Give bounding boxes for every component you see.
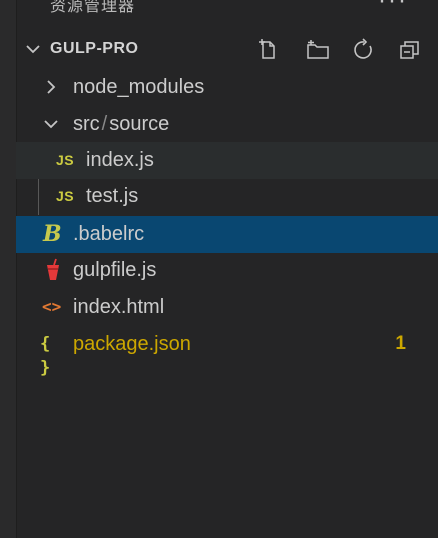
tree-item-src-source[interactable]: src / source [16,106,438,143]
tree-item-package-json[interactable]: { } package.json 1 [16,326,438,378]
tree-item-test-js[interactable]: JS test.js [16,178,438,215]
gulp-file-icon [44,258,62,282]
refresh-icon[interactable] [352,38,376,62]
tree-item-label: node_modules [73,76,205,98]
chevron-down-icon [42,112,60,136]
problems-count-badge: 1 [395,333,406,354]
explorer-panel: 资源管理器 ··· GULP-PRO node_modules src / so… [0,0,438,538]
project-section-header[interactable]: GULP-PRO [16,32,438,66]
collapse-all-icon[interactable] [398,38,422,62]
tree-item-label: gulpfile.js [73,259,157,281]
new-file-icon[interactable] [256,38,280,62]
json-file-icon: { } [40,334,51,378]
tree-item-label: test.js [86,185,139,207]
project-name: GULP-PRO [50,40,139,57]
tree-item-label: src / source [73,113,169,136]
folder-segment-src[interactable]: src [73,113,100,135]
babel-file-icon: B [43,221,62,247]
tree-item-label: index.html [73,296,165,318]
folder-segment-source[interactable]: source [109,113,169,135]
tree-item-label: .babelrc [73,223,145,245]
more-actions-icon[interactable]: ··· [378,0,408,15]
tree-item-label: index.js [86,149,154,171]
tree-item-index-html[interactable]: <> index.html [16,289,438,326]
chevron-down-icon[interactable] [24,40,42,58]
javascript-file-icon: JS [56,152,75,168]
explorer-title: 资源管理器 [50,0,136,15]
tree-item-gulpfile[interactable]: gulpfile.js [16,252,438,289]
path-separator: / [101,113,108,135]
tree-item-label: package.json [73,333,191,355]
explorer-title-bar: 资源管理器 ··· [16,0,438,28]
javascript-file-icon: JS [56,188,75,204]
tree-item-index-js[interactable]: JS index.js [16,142,438,179]
new-folder-icon[interactable] [306,38,330,62]
html-file-icon: <> [42,297,62,316]
tree-item-babelrc[interactable]: B .babelrc [16,216,438,253]
tree-item-node-modules[interactable]: node_modules [16,69,438,106]
explorer-left-gutter [0,0,17,538]
chevron-right-icon [42,75,60,99]
